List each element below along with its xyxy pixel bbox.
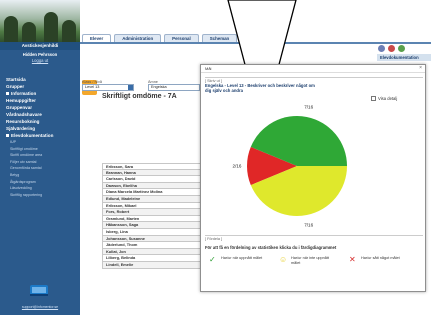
sidebar-item-label: Skriftligt omdöme [10, 146, 38, 151]
student-row[interactable]: Brannan, Hanna [102, 169, 207, 177]
student-row[interactable]: Johansson, Susanne [102, 235, 207, 243]
sidebar-item-label: Åtgärdsprogram [10, 179, 36, 184]
student-row[interactable]: Eriksson, Mikael [102, 202, 207, 210]
status-text: Har/ur när uppnått målet [221, 256, 263, 260]
sidebar-item-skriftligt-omd-me[interactable]: Skriftligt omdöme [0, 146, 80, 153]
page-title: Skriftligt omdöme - 7A [102, 93, 177, 100]
help-icon[interactable] [388, 45, 395, 52]
sidebar-item-v-rdnadshavare[interactable]: Vårdnadshavare [0, 111, 80, 118]
smiley-icon: ☺ [279, 255, 288, 264]
logout-link[interactable]: Logga ut [0, 58, 80, 64]
sidebar-item-f-ljer-utv-samtal[interactable]: Följer utv samtal [0, 159, 80, 166]
collapse-icon [6, 92, 9, 96]
student-row[interactable]: Gramlund, Marten [102, 215, 207, 223]
sidebar-item-label: Gruppenvar [6, 105, 33, 110]
sidebar-item-label: Elevdokumentation [11, 133, 54, 138]
sidebar-item-information[interactable]: Information [0, 90, 80, 97]
tab-personal[interactable]: Personal [164, 34, 199, 42]
student-row[interactable]: Jäderlund, Thom [102, 242, 207, 249]
sidebar-item--tg-rdsprogram[interactable]: Åtgärdsprogram [0, 179, 80, 186]
class-select[interactable]: Level 13 [82, 84, 134, 91]
check-icon: ✓ [209, 255, 216, 264]
school-name: Avstickesjenhildi [0, 42, 80, 50]
student-row[interactable]: Kullat, Jon [102, 248, 207, 256]
sidebar-item-skriftlig-rapportering[interactable]: Skriftlig rapportering [0, 192, 80, 199]
tab-underline [80, 42, 431, 44]
school-photo [0, 0, 80, 42]
sidebar-item-gruppenvar[interactable]: Gruppenvar [0, 104, 80, 111]
sidebar-item-label: Skriftl omdöme area [10, 153, 43, 158]
user-box: Hidden Pehrsson Logga ut [0, 52, 80, 63]
sidebar-item-label: Information [11, 91, 37, 96]
subject-select[interactable]: Engelska [148, 84, 200, 91]
class-select-value: Level 13 [85, 85, 100, 89]
support-email[interactable]: support@infomentor.se [0, 305, 80, 309]
sidebar-item-label: Hemuppgifter [6, 98, 36, 103]
sidebar-item-label: Genomförda samtal [10, 166, 42, 171]
pie-slice-label: 7/16 [304, 105, 313, 110]
sidebar-item-startsida[interactable]: Startsida [0, 76, 80, 83]
sidebar-item-label: Betyg [10, 172, 20, 177]
student-row[interactable]: Edlund, Madeleine [102, 195, 207, 203]
student-row[interactable]: Håkansson, Saga [102, 222, 207, 229]
status-text: Har/ur sått något målet [361, 256, 400, 260]
student-row[interactable]: Isberg, Lina [102, 228, 207, 236]
tab-elever[interactable]: Elever [82, 34, 112, 42]
distribution-instruction: För att få en fördelning av statistiken … [205, 245, 337, 250]
sidebar-item-resursbokning[interactable]: Resursbokning [0, 118, 80, 125]
sidebar-item-skriftl-omd-me-area[interactable]: Skriftl omdöme area [0, 152, 80, 159]
sidebar-item-hemuppgifter[interactable]: Hemuppgifter [0, 97, 80, 104]
student-row[interactable]: Diana Marcela Martinez Molina [102, 189, 207, 196]
statistics-dialog: Mål × [ Skriv ut ] Engelska - Level 13 -… [200, 64, 426, 292]
student-row[interactable]: Lilberg, Belinda [102, 255, 207, 262]
chevron-down-icon [128, 85, 133, 90]
sidebar-item-label: Resursbokning [6, 119, 40, 124]
subject-select-value: Engelska [151, 85, 167, 89]
sidebar-item-sj-lv-rdering[interactable]: Självärdering [0, 125, 80, 132]
tab-administration[interactable]: Administration [114, 34, 162, 42]
print-icon[interactable] [378, 45, 385, 52]
student-row[interactable]: Carlsson, David [102, 176, 207, 183]
cross-icon: ✕ [349, 255, 356, 264]
sidebar-item-grupper[interactable]: Grupper [0, 83, 80, 90]
student-row[interactable]: Eriksson, Sara [102, 163, 207, 170]
sidebar: Avstickesjenhildi Hidden Pehrsson Logga … [0, 0, 80, 315]
status-text: Har/ur när inte uppnått målet [291, 256, 329, 265]
collapse-icon [6, 134, 9, 138]
sidebar-nav: Startsida Grupper Information Hemuppgifter G… [0, 76, 80, 198]
sidebar-item-betyg[interactable]: Betyg [0, 172, 80, 179]
tab-import[interactable]: Import [240, 34, 270, 42]
sidebar-item-label: Läsutveckling [10, 186, 32, 191]
main-tabs: Elever Administration Personal Scheman Impor… [82, 34, 270, 42]
sidebar-item-elevdokumentation[interactable]: Elevdokumentation [0, 132, 80, 139]
sidebar-item-label: Skriftlig rapportering [10, 192, 43, 197]
user-name: Hidden Pehrsson [22, 52, 58, 57]
sidebar-item-label: Följer utv samtal [10, 159, 37, 164]
sidebar-item-label: Vårdnadshavare [6, 112, 42, 117]
sidebar-item-label: IUP [10, 140, 16, 144]
sidebar-item-label: Startsida [6, 77, 26, 82]
pie-slice-label: 7/16 [304, 222, 313, 227]
tab-scheman[interactable]: Scheman [201, 34, 238, 42]
sidebar-item-genomf-rda-samtal[interactable]: Genomförda samtal [0, 165, 80, 172]
distribution-section: [ Fördela ] För att få en fördelning av … [205, 235, 423, 250]
sidebar-item-l-sutveckling[interactable]: Läsutveckling [0, 185, 80, 192]
pie-slice-label: 2/16 [233, 164, 242, 169]
right-panel-label: Elevdokumentation [377, 54, 431, 61]
top-icon-group [378, 45, 405, 52]
sidebar-item-iup[interactable]: IUP [0, 139, 80, 146]
student-list: Eriksson, Sara Brannan, Hanna Carlsson, Da… [102, 163, 207, 269]
book-icon [30, 285, 48, 296]
student-row[interactable]: Fors, Robert [102, 209, 207, 216]
student-row[interactable]: Dawson, Ebeliha [102, 182, 207, 190]
refresh-icon[interactable] [398, 45, 405, 52]
student-row[interactable]: Lindell, Emelie [102, 261, 207, 269]
sidebar-item-label: Grupper [6, 84, 25, 89]
distribution-link[interactable]: [ Fördela ] [205, 237, 423, 241]
sidebar-item-label: Självärdering [6, 126, 36, 131]
